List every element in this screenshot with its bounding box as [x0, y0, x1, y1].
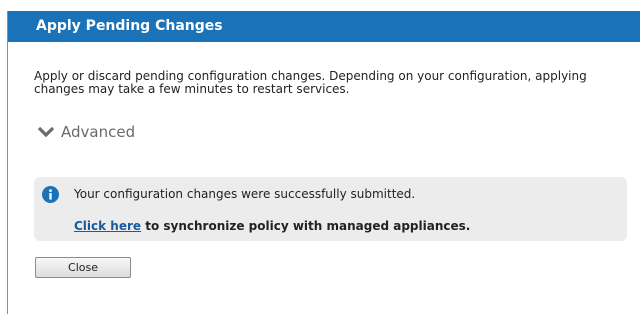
- apply-pending-changes-dialog: Apply Pending Changes Apply or discard p…: [0, 0, 640, 314]
- close-button[interactable]: Close: [35, 257, 131, 278]
- dialog-description: Apply or discard pending configuration c…: [34, 69, 587, 96]
- sync-text: to synchronize policy with managed appli…: [141, 219, 471, 233]
- advanced-toggle[interactable]: Advanced: [37, 121, 135, 143]
- click-here-link[interactable]: Click here: [74, 219, 141, 233]
- dialog-titlebar: Apply Pending Changes: [8, 11, 640, 42]
- dialog-title: Apply Pending Changes: [36, 18, 223, 34]
- success-notice: Your configuration changes were successf…: [34, 177, 627, 241]
- notice-message: Your configuration changes were successf…: [74, 187, 416, 201]
- chevron-down-icon: [37, 126, 55, 138]
- dialog-left-border: [7, 11, 8, 314]
- sync-line: Click here to synchronize policy with ma…: [74, 219, 470, 234]
- info-icon: [42, 186, 59, 203]
- advanced-label: Advanced: [61, 123, 136, 141]
